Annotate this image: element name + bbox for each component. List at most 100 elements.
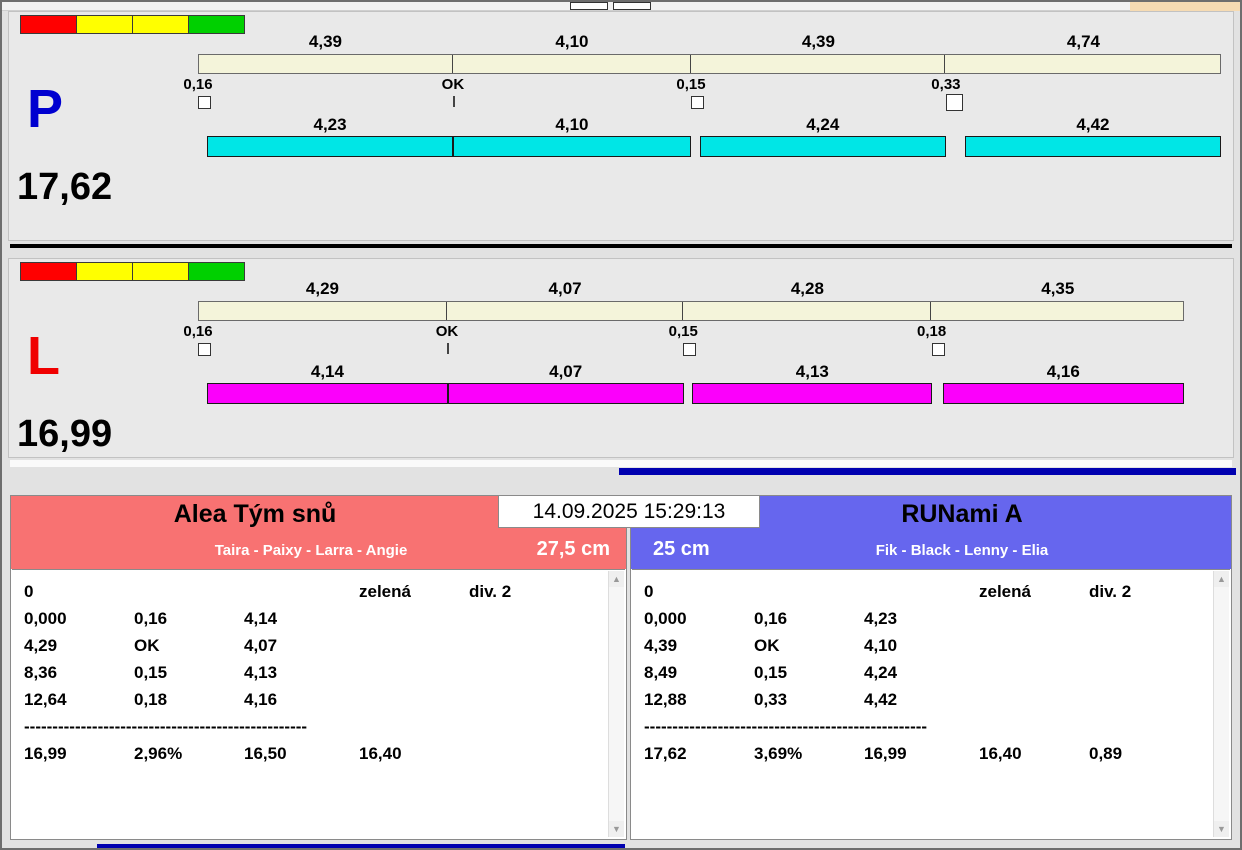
dog-times-row: 4,14 4,07 4,13 4,16	[198, 362, 1184, 381]
light-yellow-indicator	[76, 15, 133, 34]
cell: 0,16	[134, 609, 168, 628]
cell	[359, 605, 469, 632]
crossing-times-row: 0,16 OK 0,15 0,18	[183, 323, 1184, 340]
cell: 0	[644, 582, 654, 601]
cell	[754, 578, 864, 605]
crossing-checkbox[interactable]	[198, 96, 211, 109]
team-name: Alea Tým snů	[173, 500, 337, 528]
team-name: RUNami A	[901, 500, 1023, 528]
datetime-display: 14.09.2025 15:29:13	[498, 495, 760, 528]
cell	[1089, 632, 1212, 659]
scroll-down-icon[interactable]: ▼	[609, 821, 624, 837]
cell: 4,14	[244, 609, 278, 628]
result-row: 12,64 0,18 4,16	[24, 686, 607, 713]
crossing-checkbox[interactable]	[683, 343, 697, 356]
dog-time: 4,16	[1046, 362, 1080, 381]
dog-times-row: 4,23 4,10 4,24 4,42	[198, 115, 1221, 134]
cell	[864, 578, 979, 605]
cell: OK	[754, 636, 780, 655]
cell	[469, 686, 607, 713]
cell	[1089, 605, 1212, 632]
dog-bar-segment	[699, 136, 946, 157]
dog-times-bar	[198, 383, 1184, 404]
split-time: 4,35	[1041, 279, 1075, 298]
cell	[244, 578, 359, 605]
separator-row: ----------------------------------------…	[24, 717, 308, 736]
scrollbar[interactable]: ▲ ▼	[1213, 571, 1229, 837]
cell	[979, 686, 1089, 713]
lane-letter: L	[27, 326, 60, 386]
cell: 8,36	[24, 663, 58, 682]
cell: 4,13	[244, 663, 278, 682]
crossing-checkbox[interactable]	[690, 96, 704, 109]
result-row: 8,49 0,15 4,24	[644, 659, 1212, 686]
timeline-progress-right	[619, 468, 1236, 475]
scroll-down-icon[interactable]: ▼	[1214, 821, 1229, 837]
mid-strip	[10, 460, 1232, 467]
jump-height: 27,5 cm	[536, 538, 610, 560]
scrollbar[interactable]: ▲ ▼	[608, 571, 624, 837]
cell: 4,16	[244, 690, 278, 709]
cell	[1089, 686, 1212, 713]
cell: 4,29	[24, 636, 58, 655]
cell: div. 2	[1089, 582, 1132, 601]
dog-time: 4,10	[555, 115, 589, 134]
dog-bar-segment	[942, 383, 1184, 404]
cell: 12,88	[644, 690, 687, 709]
split-times-row: 4,39 4,10 4,39 4,74	[198, 32, 1221, 51]
cell	[359, 632, 469, 659]
summary-row: 16,99 2,96% 16,50 16,40	[24, 740, 607, 767]
cell: zelená	[359, 582, 411, 601]
cell: 0,33	[754, 690, 788, 709]
cell: div. 2	[469, 582, 512, 601]
cell	[359, 686, 469, 713]
cell: 0,89	[1089, 744, 1123, 763]
cell: 3,69%	[754, 744, 803, 763]
cell: 8,49	[644, 663, 678, 682]
team-members: Fik - Black - Lenny - Elia	[875, 542, 1049, 559]
teams-section: Alea Tým snů Taira - Paixy - Larra - Ang…	[10, 495, 1232, 840]
result-row: 12,88 0,33 4,42	[644, 686, 1212, 713]
crossing-time: 0,15	[676, 76, 706, 93]
cell: OK	[134, 636, 160, 655]
cell: 4,23	[864, 609, 898, 628]
split-time: 4,07	[548, 279, 582, 298]
crossing-time: 0,16	[183, 323, 213, 340]
crossing-time: 0,15	[668, 323, 698, 340]
dog-bar-segment	[207, 136, 453, 157]
dog-bar-segment	[692, 383, 933, 404]
cell: 0,000	[644, 609, 687, 628]
split-time: 4,28	[790, 279, 824, 298]
crossing-time: 0,18	[916, 323, 947, 340]
crossing-checkbox[interactable]	[945, 94, 963, 111]
scroll-up-icon[interactable]: ▲	[1214, 571, 1229, 587]
crossing-tick	[452, 96, 455, 107]
timeline-progress-bottom	[97, 844, 625, 848]
summary-row: 17,62 3,69% 16,99 16,40 0,89	[644, 740, 1212, 767]
cell	[469, 632, 607, 659]
dog-time: 4,13	[795, 362, 829, 381]
result-row: 4,29 OK 4,07	[24, 632, 607, 659]
top-corner-fragment	[1130, 2, 1240, 11]
team-members: Taira - Paixy - Larra - Angie	[214, 542, 408, 559]
split-time: 4,74	[1066, 32, 1100, 51]
dog-bar-segment	[207, 383, 448, 404]
light-yellow-indicator	[132, 15, 189, 34]
split-time: 4,29	[305, 279, 340, 298]
dog-time: 4,14	[310, 362, 344, 381]
cell: 4,07	[244, 636, 278, 655]
cell	[469, 659, 607, 686]
crossing-checkbox[interactable]	[198, 343, 211, 356]
dog-bar-segment	[964, 136, 1221, 157]
cell: 0	[24, 582, 34, 601]
team-panel-right: RUNami A Fik - Black - Lenny - Elia 25 c…	[630, 495, 1232, 840]
crossing-checkbox[interactable]	[931, 343, 945, 356]
crossing-tick	[446, 343, 449, 354]
team-results: 0 zelená div. 2 0,000 0,16 4,23 4,39 OK	[632, 569, 1230, 838]
cell	[1089, 659, 1212, 686]
window-fragment-box	[613, 2, 651, 10]
result-row: 0 zelená div. 2	[24, 578, 607, 605]
scroll-up-icon[interactable]: ▲	[609, 571, 624, 587]
cell	[469, 605, 607, 632]
light-red-indicator	[20, 262, 77, 281]
